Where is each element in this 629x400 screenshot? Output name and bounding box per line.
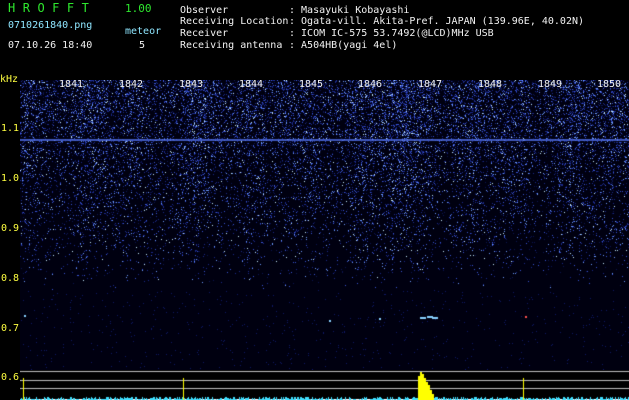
x-tick-label: 1844 [239, 79, 264, 90]
app-title: HROFFT [8, 1, 97, 15]
meteor-label: meteor [125, 26, 162, 37]
x-tick-label: 1846 [358, 79, 383, 90]
x-tick-label: 1847 [418, 79, 443, 90]
y-tick-label: 0.9 [1, 223, 20, 234]
y-tick-label: 0.8 [1, 273, 20, 284]
app-version: 1.00 [125, 2, 152, 15]
x-tick-label: 1848 [478, 79, 503, 90]
y-tick-label: 1.0 [1, 173, 20, 184]
location-key: Receiving Location [180, 16, 289, 27]
receiver-value: : ICOM IC-575 53.7492(@LCD)MHz USB [289, 28, 494, 39]
spectrogram-display [20, 80, 629, 370]
observer-key: Observer [180, 5, 229, 16]
antenna-value: : A504HB(yagi 4el) [289, 40, 398, 51]
receiver-key: Receiver [180, 28, 229, 39]
date-time: 07.10.26 18:40 [8, 40, 93, 51]
meteor-count: 5 [139, 40, 146, 51]
x-tick-label: 1842 [119, 79, 144, 90]
x-tick-label: 1841 [59, 79, 84, 90]
x-tick-label: 1850 [597, 79, 622, 90]
y-tick-label: 0.6 [1, 372, 20, 383]
x-tick-label: 1843 [179, 79, 204, 90]
x-tick-label: 1849 [538, 79, 563, 90]
antenna-key: Receiving antenna [180, 40, 283, 51]
y-axis-ticks: 1.1 1.0 0.9 0.8 0.7 0.6 [0, 0, 20, 400]
file-name: 0710261840.png [8, 20, 93, 31]
x-tick-label: 1845 [299, 79, 324, 90]
signal-strength-strip [20, 370, 629, 400]
location-value: : Ogata-vill. Akita-Pref. JAPAN (139.96E… [289, 16, 585, 27]
y-tick-label: 0.7 [1, 323, 20, 334]
y-tick-label: 1.1 [1, 123, 20, 134]
observer-value: : Masayuki Kobayashi [289, 5, 410, 16]
hrofft-window: HROFFT 1.00 0710261840.png meteor 07.10.… [0, 0, 629, 400]
